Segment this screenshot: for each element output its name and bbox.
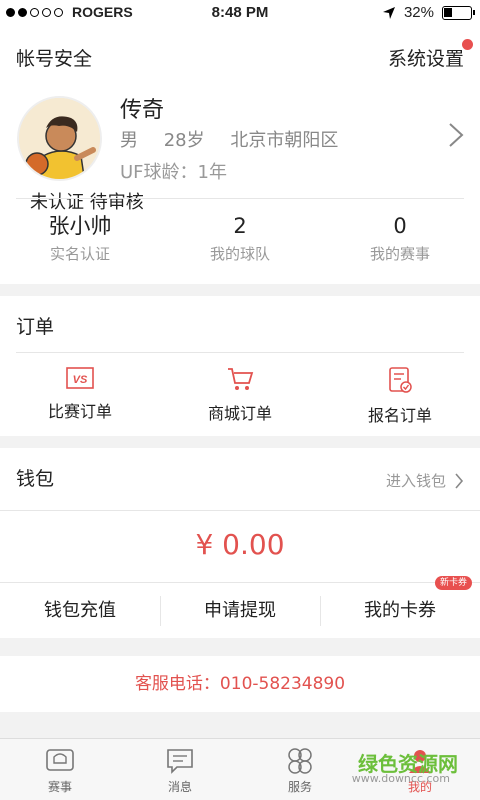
tab-label: 赛事 bbox=[47, 780, 72, 794]
profile-card: 帐号安全 系统设置 传奇 男 28岁 北京市朝阳区 UF球龄：1年 未认证 待审… bbox=[0, 26, 480, 284]
enter-wallet-link[interactable]: 进入钱包 bbox=[386, 470, 464, 491]
wallet-balance: ¥ 0.00 bbox=[195, 528, 285, 561]
avatar-basketball-player-icon bbox=[19, 98, 100, 179]
stat-label: 我的球队 bbox=[209, 245, 270, 263]
order-label: 报名订单 bbox=[367, 406, 432, 425]
tab-label: 服务 bbox=[287, 780, 312, 794]
tab-matches[interactable]: 赛事 bbox=[0, 747, 120, 795]
account-security-link[interactable]: 帐号安全 bbox=[16, 44, 92, 71]
stat-value: 2 bbox=[233, 214, 247, 238]
tab-label: 消息 bbox=[167, 780, 192, 794]
recharge-button[interactable]: 钱包充值 bbox=[0, 584, 160, 638]
my-coupons-button[interactable]: 我的卡券 新卡券 bbox=[320, 576, 480, 638]
stat-value: 0 bbox=[393, 214, 407, 238]
wallet-title: 钱包 bbox=[16, 468, 55, 490]
certification-status: 未认证 待审核 bbox=[30, 192, 144, 213]
cart-icon bbox=[228, 368, 254, 390]
user-gender: 男 bbox=[120, 130, 138, 151]
wallet-actions: 钱包充值 申请提现 我的卡券 新卡券 bbox=[0, 576, 480, 638]
stat-value: 张小帅 bbox=[48, 214, 112, 238]
divider bbox=[16, 352, 464, 353]
customer-service-phone[interactable]: 客服电话：010-58234890 bbox=[0, 656, 480, 712]
order-label: 比赛订单 bbox=[47, 402, 112, 421]
battery-percent: 32% bbox=[403, 4, 434, 21]
match-order-button[interactable]: VS 比赛订单 bbox=[0, 366, 160, 422]
stat-my-events[interactable]: 0 我的赛事 bbox=[320, 212, 480, 264]
watermark-url: www.downcc.com bbox=[351, 772, 450, 785]
svg-text:VS: VS bbox=[73, 374, 88, 386]
withdraw-button[interactable]: 申请提现 bbox=[160, 584, 320, 638]
stat-real-name[interactable]: 张小帅 实名认证 bbox=[0, 212, 160, 264]
tab-messages[interactable]: 消息 bbox=[120, 747, 240, 795]
divider bbox=[0, 510, 480, 511]
new-coupon-badge: 新卡券 bbox=[434, 576, 472, 590]
user-age: 28岁 bbox=[163, 130, 205, 151]
chevron-right-icon[interactable] bbox=[448, 122, 464, 148]
signup-form-icon bbox=[389, 367, 412, 393]
system-settings-label: 系统设置 bbox=[387, 48, 464, 70]
stat-label: 实名认证 bbox=[49, 245, 110, 263]
signup-order-button[interactable]: 报名订单 bbox=[320, 366, 480, 426]
enter-wallet-label: 进入钱包 bbox=[385, 472, 446, 490]
user-name: 传奇 bbox=[120, 98, 165, 123]
notification-dot bbox=[462, 39, 473, 50]
user-meta: 男 28岁 北京市朝阳区 bbox=[120, 126, 352, 152]
service-icon bbox=[288, 748, 312, 774]
stat-label: 我的赛事 bbox=[369, 245, 430, 263]
stat-my-team[interactable]: 2 我的球队 bbox=[160, 212, 320, 264]
message-icon bbox=[167, 749, 193, 774]
status-bar: ROGERS 8:48 PM 32% bbox=[0, 0, 480, 26]
vs-ticket-icon: VS bbox=[66, 367, 94, 389]
battery-icon bbox=[442, 5, 475, 20]
wallet-section: 钱包 进入钱包 ¥ 0.00 钱包充值 申请提现 我的卡券 新卡券 bbox=[0, 448, 480, 638]
orders-section: 订单 VS 比赛订单 商城订单 报名订单 bbox=[0, 296, 480, 436]
avatar[interactable] bbox=[17, 96, 102, 181]
divider bbox=[0, 582, 480, 583]
location-arrow-icon bbox=[382, 6, 395, 19]
order-label: 商城订单 bbox=[207, 404, 272, 423]
match-icon bbox=[46, 749, 74, 771]
tab-services[interactable]: 服务 bbox=[240, 747, 360, 795]
shop-order-button[interactable]: 商城订单 bbox=[160, 366, 320, 424]
user-location: 北京市朝阳区 bbox=[230, 130, 339, 151]
my-coupons-label: 我的卡券 bbox=[364, 600, 436, 621]
uf-age: UF球龄：1年 bbox=[120, 162, 227, 183]
divider bbox=[16, 198, 464, 199]
chevron-right-icon bbox=[455, 472, 464, 489]
orders-title: 订单 bbox=[16, 316, 55, 338]
system-settings-link[interactable]: 系统设置 bbox=[387, 39, 473, 71]
